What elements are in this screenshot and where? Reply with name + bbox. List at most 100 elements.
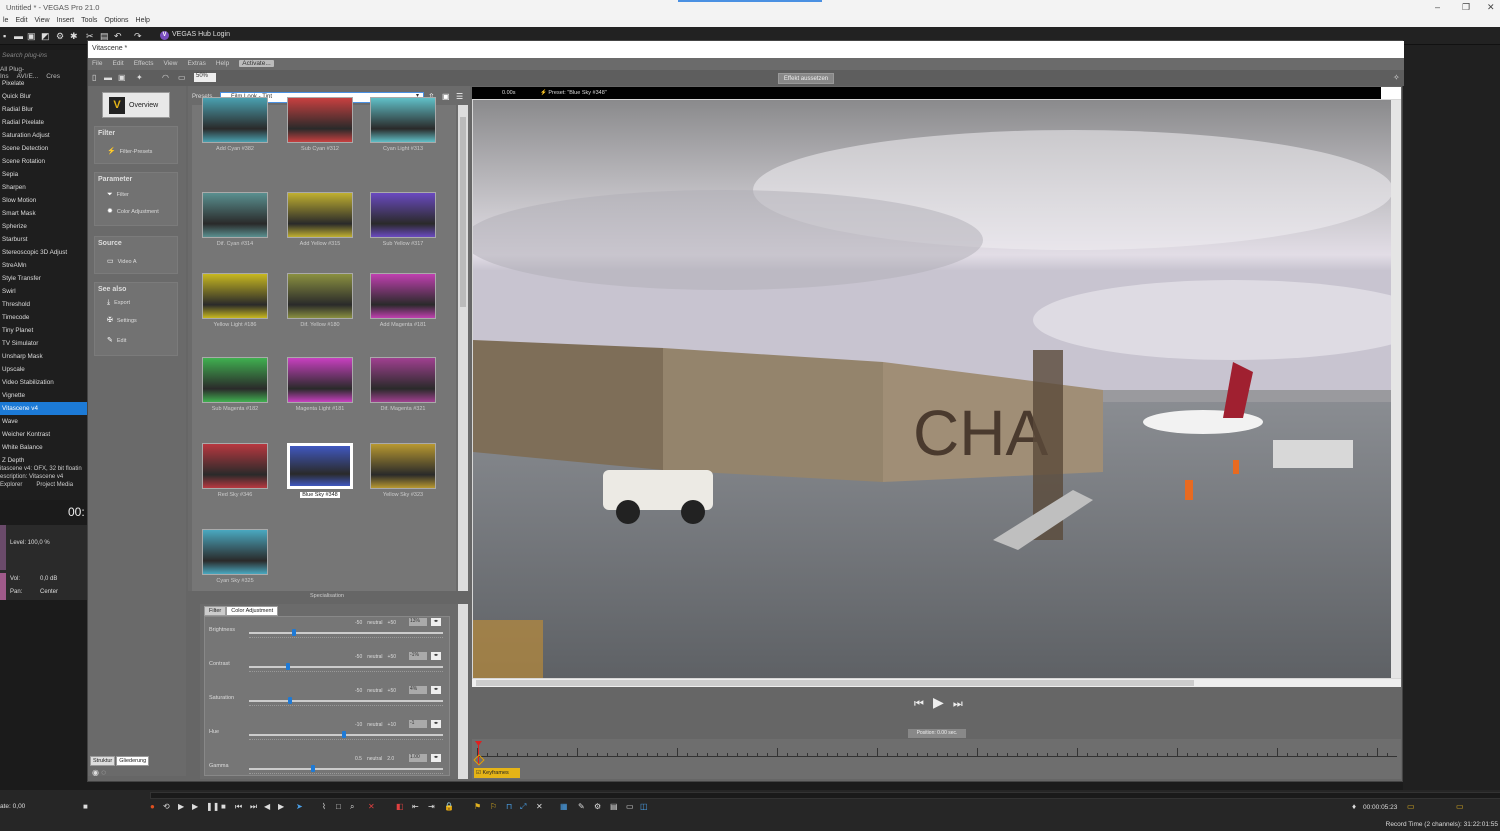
- param-spinner-icon[interactable]: ◂▸: [431, 720, 441, 728]
- go-end-icon[interactable]: ⏭: [250, 802, 257, 812]
- preset-thumbnail[interactable]: [202, 529, 268, 575]
- plugin-icon[interactable]: ✱: [70, 31, 78, 42]
- plugin-item[interactable]: Unsharp Mask: [0, 350, 88, 363]
- preset-grid-scroll-thumb[interactable]: [460, 117, 466, 307]
- plugin-item[interactable]: Sepia: [0, 168, 88, 181]
- vol-value[interactable]: 0,0 dB: [40, 576, 57, 582]
- overview-button[interactable]: V Overview: [102, 92, 170, 118]
- plugin-item[interactable]: Radial Blur: [0, 103, 88, 116]
- preset-thumbnail[interactable]: [370, 192, 436, 238]
- preset-thumbnail[interactable]: [202, 443, 268, 489]
- envelope-tool-icon[interactable]: ⌇: [322, 802, 326, 811]
- preset-thumbnail[interactable]: [202, 273, 268, 319]
- param-spinner-icon[interactable]: ◂▸: [431, 754, 441, 762]
- param-filter-item[interactable]: ⏷ Filter: [107, 191, 129, 199]
- play-icon[interactable]: ▶: [933, 694, 944, 710]
- tab-gliederung[interactable]: Gliederung: [116, 756, 150, 766]
- preset-thumbnail[interactable]: [287, 192, 353, 238]
- param-value-field[interactable]: -1%: [409, 652, 427, 660]
- split-icon[interactable]: ◧: [396, 802, 404, 811]
- menu-edit[interactable]: Edit: [15, 17, 27, 24]
- plugin-item[interactable]: Video Stabilization: [0, 376, 88, 389]
- effect-icon[interactable]: ✦: [136, 73, 143, 82]
- zoom-select[interactable]: 50%: [194, 73, 216, 82]
- param-spinner-icon[interactable]: ◂▸: [431, 618, 441, 626]
- plugin-item[interactable]: Timecode: [0, 311, 88, 324]
- menu-tools[interactable]: Tools: [81, 17, 97, 24]
- settings-item[interactable]: ✠ Settings: [107, 316, 137, 324]
- param-slider-knob[interactable]: [287, 697, 292, 704]
- preset-thumbnail[interactable]: [370, 97, 436, 143]
- loop-icon[interactable]: ⟲: [163, 802, 170, 811]
- tab-filter[interactable]: Filter: [204, 606, 227, 616]
- plugin-item[interactable]: Spherize: [0, 220, 88, 233]
- param-slider-track[interactable]: [249, 768, 443, 770]
- plugin-item[interactable]: Upscale: [0, 363, 88, 376]
- pause-icon[interactable]: ❚❚: [206, 802, 219, 811]
- plugin-item[interactable]: Scene Rotation: [0, 155, 88, 168]
- plugin-item[interactable]: Style Transfer: [0, 272, 88, 285]
- restore-icon[interactable]: ❐: [1462, 2, 1470, 13]
- skip-back-icon[interactable]: ⏮: [914, 698, 924, 710]
- param-spinner-icon[interactable]: ◂▸: [431, 652, 441, 660]
- plugin-item[interactable]: Radial Pixelate: [0, 116, 88, 129]
- loop-region-icon[interactable]: ▭: [1407, 802, 1415, 811]
- record-icon[interactable]: ■: [83, 802, 88, 811]
- plugin-item[interactable]: Scene Detection: [0, 142, 88, 155]
- param-slider-knob[interactable]: [342, 731, 347, 738]
- vmenu-view[interactable]: View: [163, 60, 177, 67]
- grid-icon[interactable]: ▦: [560, 802, 568, 811]
- new-icon[interactable]: ▪: [3, 31, 6, 41]
- param-value-field[interactable]: 4%: [409, 686, 427, 694]
- render-icon[interactable]: ◠: [162, 73, 169, 82]
- window-icon[interactable]: ◫: [640, 802, 648, 811]
- preset-thumbnail[interactable]: [370, 443, 436, 489]
- params-scrollbar[interactable]: [458, 604, 468, 779]
- go-start-icon[interactable]: ⏮: [235, 802, 242, 812]
- pointer-tool-icon[interactable]: ➤: [296, 802, 303, 811]
- crossfade-icon[interactable]: ✕: [536, 802, 543, 811]
- menu-insert[interactable]: Insert: [57, 17, 75, 24]
- param-color-item[interactable]: ✹ Color Adjustment: [107, 207, 159, 215]
- edit-item[interactable]: ✎ Edit: [107, 336, 126, 344]
- plugin-item[interactable]: Threshold: [0, 298, 88, 311]
- param-slider-knob[interactable]: [291, 629, 296, 636]
- zoom-tool-icon[interactable]: ⌕: [350, 802, 354, 812]
- preset-thumbnail[interactable]: [202, 192, 268, 238]
- delete-icon[interactable]: ✕: [368, 802, 375, 811]
- open-icon[interactable]: ▬: [104, 73, 112, 82]
- marker-icon[interactable]: ⚑: [474, 802, 481, 811]
- fx-icon[interactable]: ▤: [610, 802, 618, 811]
- preset-thumbnail[interactable]: [287, 357, 353, 403]
- plugin-item[interactable]: Smart Mask: [0, 207, 88, 220]
- pan-value[interactable]: Center: [40, 589, 58, 595]
- minimize-icon[interactable]: –: [1435, 2, 1440, 12]
- vmenu-effects[interactable]: Effects: [134, 60, 154, 67]
- preset-thumbnail[interactable]: [287, 97, 353, 143]
- settings-icon[interactable]: ⚙: [594, 802, 601, 811]
- prev-frame-icon[interactable]: ◀: [264, 802, 270, 811]
- vmenu-help[interactable]: Help: [216, 60, 229, 67]
- param-slider-knob[interactable]: [311, 765, 316, 772]
- lock-icon[interactable]: 🔒: [444, 802, 454, 811]
- hub-login-button[interactable]: V VEGAS Hub Login: [160, 31, 230, 40]
- preview-vscroll[interactable]: [1391, 100, 1401, 678]
- plugin-search-input[interactable]: Search plug-ins: [0, 52, 88, 62]
- param-slider-track[interactable]: [249, 700, 443, 702]
- trim-end-icon[interactable]: ⇥: [428, 802, 435, 811]
- plugin-item[interactable]: Quick Blur: [0, 90, 88, 103]
- snap-icon[interactable]: ⊓: [506, 802, 512, 811]
- edit-icon[interactable]: ✎: [578, 802, 585, 811]
- activate-button[interactable]: Activate...: [239, 60, 274, 67]
- param-value-field[interactable]: 1.00: [409, 754, 427, 762]
- preset-thumbnail[interactable]: [370, 273, 436, 319]
- menu-help[interactable]: Help: [136, 17, 150, 24]
- plugin-item[interactable]: Vignette: [0, 389, 88, 402]
- plugin-item[interactable]: White Balance: [0, 441, 88, 454]
- filter-presets-item[interactable]: ⚡ Filter-Presets: [107, 147, 152, 155]
- save-icon[interactable]: ▣: [118, 73, 126, 82]
- keyframes-toggle[interactable]: ☑ Keyframes: [474, 768, 520, 778]
- menu-view[interactable]: View: [35, 17, 50, 24]
- open-icon[interactable]: ▬: [14, 31, 23, 41]
- plugin-item[interactable]: Stereoscopic 3D Adjust: [0, 246, 88, 259]
